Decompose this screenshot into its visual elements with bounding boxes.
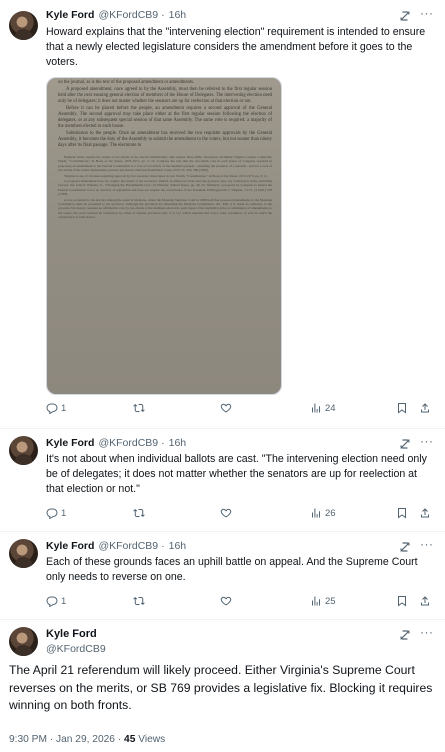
share-icon[interactable] xyxy=(419,402,431,414)
views-count: 25 xyxy=(325,595,336,607)
divider xyxy=(0,619,445,620)
heart-icon xyxy=(220,403,232,413)
divider xyxy=(0,428,445,429)
views-button[interactable]: 25 xyxy=(310,595,336,607)
share-icon[interactable] xyxy=(419,595,431,607)
avatar[interactable] xyxy=(9,539,38,568)
page-paragraph: A proposed amendment, once agreed to by … xyxy=(58,87,272,104)
tweet-text: It's not about when individual ballots a… xyxy=(46,453,427,495)
more-icon[interactable]: ··· xyxy=(420,434,434,448)
share-icon[interactable] xyxy=(419,507,431,519)
reply-icon xyxy=(46,402,58,414)
retweet-icon xyxy=(133,402,145,414)
page-paragraph: Submission to the people. Once an amendm… xyxy=(58,131,272,148)
divider xyxy=(0,531,445,532)
views-bar-icon xyxy=(310,507,322,519)
bookmark-icon[interactable] xyxy=(396,507,408,519)
retweet-button[interactable] xyxy=(133,402,145,414)
retweet-icon xyxy=(133,507,145,519)
timestamp[interactable]: 16h xyxy=(169,437,187,449)
tweet-time[interactable]: 9:30 PM xyxy=(9,734,47,745)
page-paragraph: on the journal, as is the text of the pr… xyxy=(58,80,195,85)
avatar[interactable] xyxy=(9,11,38,40)
like-button[interactable] xyxy=(220,595,232,607)
avatar[interactable] xyxy=(9,436,38,465)
reply-count: 1 xyxy=(61,507,67,519)
grok-icon[interactable] xyxy=(399,541,411,553)
reply-count: 1 xyxy=(61,402,67,414)
author-name[interactable]: Kyle Ford xyxy=(46,628,97,640)
heart-icon xyxy=(220,508,232,518)
author-name[interactable]: Kyle Ford xyxy=(46,9,94,21)
reply-button[interactable]: 1 xyxy=(46,402,66,414)
reply-count: 1 xyxy=(61,595,67,607)
action-bar: 1 25 xyxy=(46,595,436,611)
retweet-icon xyxy=(133,595,145,607)
reply-button[interactable]: 1 xyxy=(46,507,66,519)
views-count: 26 xyxy=(325,507,336,519)
action-bar: 1 24 xyxy=(46,402,436,418)
timestamp[interactable]: 16h xyxy=(169,9,187,21)
author-handle[interactable]: @KFordCB9 xyxy=(98,437,158,449)
grok-icon[interactable] xyxy=(399,629,411,641)
separator-dot: · xyxy=(161,540,165,552)
separator-dot: · xyxy=(161,437,165,449)
author-name[interactable]: Kyle Ford xyxy=(46,437,94,449)
tweet-text: Each of these grounds faces an uphill ba… xyxy=(46,556,418,583)
bookmark-icon[interactable] xyxy=(396,402,408,414)
bookmark-icon[interactable] xyxy=(396,595,408,607)
page-footnote: Virginia is one of 14 states requiring a… xyxy=(64,173,268,178)
reply-icon xyxy=(46,507,58,519)
author-handle[interactable]: @KFordCB9 xyxy=(98,9,158,21)
views-bar-icon xyxy=(310,595,322,607)
grok-icon[interactable] xyxy=(399,10,411,22)
retweet-button[interactable] xyxy=(133,595,145,607)
page-footnote: Eighteen states require the assent of tw… xyxy=(58,155,272,173)
tweet-media-image[interactable]: on the journal, as is the text of the pr… xyxy=(46,77,282,395)
views-button[interactable]: 26 xyxy=(310,507,336,519)
separator-dot: · xyxy=(161,9,165,21)
tweet-meta: 9:30 PM · Jan 29, 2026 · 45 Views xyxy=(9,734,165,745)
page-footnote: A proposed amendment does not require th… xyxy=(58,179,272,197)
more-icon[interactable]: ··· xyxy=(420,6,434,20)
tweet-date[interactable]: Jan 29, 2026 xyxy=(56,734,115,745)
views-label: Views xyxy=(138,734,166,745)
action-bar: 1 26 xyxy=(46,507,436,523)
page-paragraph: Before it can be placed before the peopl… xyxy=(58,106,272,129)
avatar[interactable] xyxy=(9,627,38,656)
views-bar-icon xyxy=(310,402,322,414)
views-total: 45 xyxy=(124,734,136,745)
scanned-book-page: on the journal, as is the text of the pr… xyxy=(58,80,272,221)
views-button[interactable]: 24 xyxy=(310,402,336,414)
tweet-text: Howard explains that the "intervening el… xyxy=(46,26,426,68)
heart-icon xyxy=(220,596,232,606)
author-handle[interactable]: @KFordCB9 xyxy=(98,540,158,552)
views-count: 24 xyxy=(325,402,336,414)
timestamp[interactable]: 16h xyxy=(169,540,187,552)
grok-icon[interactable] xyxy=(399,438,411,450)
like-button[interactable] xyxy=(220,507,232,519)
author-name[interactable]: Kyle Ford xyxy=(46,540,94,552)
page-footnote: A rare exception to the practice among t… xyxy=(58,197,272,220)
focused-tweet-text: The April 21 referendum will likely proc… xyxy=(9,663,433,713)
more-icon[interactable]: ··· xyxy=(420,537,434,551)
author-handle[interactable]: @KFordCB9 xyxy=(46,643,106,655)
like-button[interactable] xyxy=(220,402,232,414)
retweet-button[interactable] xyxy=(133,507,145,519)
reply-button[interactable]: 1 xyxy=(46,595,66,607)
reply-icon xyxy=(46,595,58,607)
more-icon[interactable]: ··· xyxy=(420,625,434,639)
